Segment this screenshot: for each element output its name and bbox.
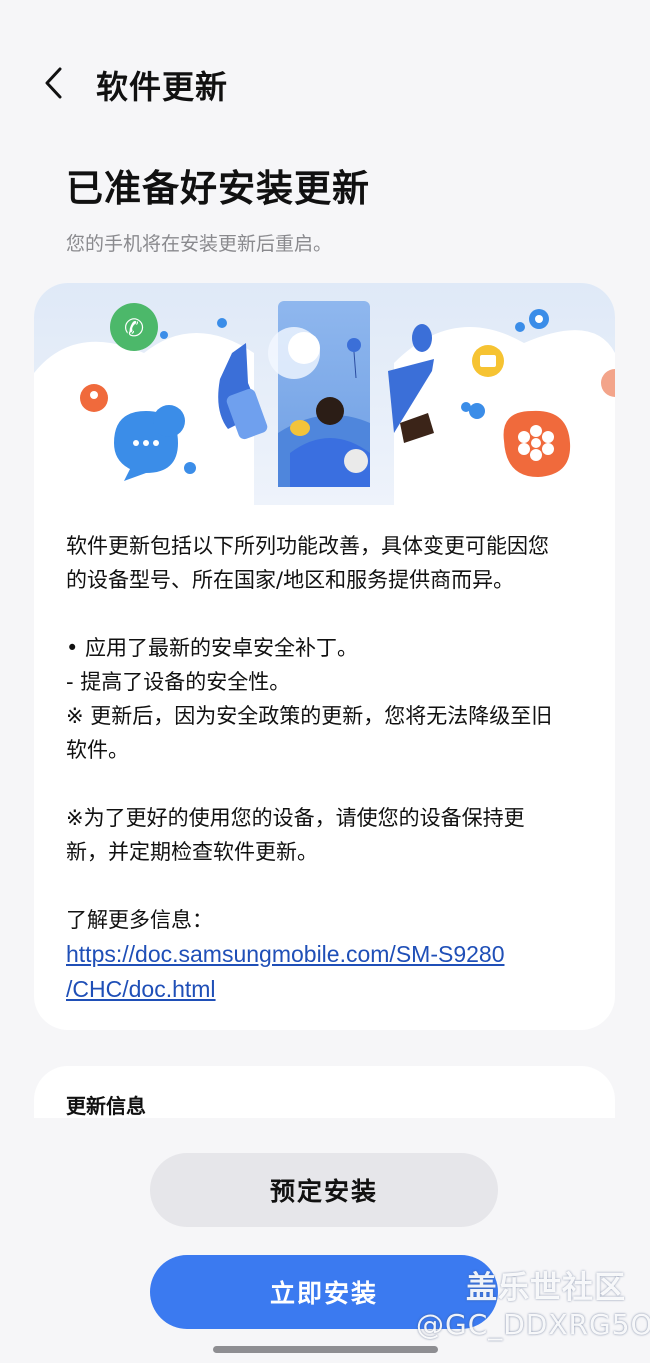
intro-text-line-2: 的设备型号、所在国家/地区和服务提供商而异。: [66, 568, 515, 592]
chevron-left-icon: [45, 67, 62, 99]
note-downgrade-line-2: 软件。: [66, 738, 129, 762]
home-indicator-bar[interactable]: [213, 1346, 438, 1353]
svg-text:✆: ✆: [124, 314, 144, 342]
more-info-link-line-2[interactable]: /CHC/doc.html: [66, 976, 216, 1002]
update-details-card[interactable]: ✆ 软件更新包括以下所列功能改善，具体变更可能因您 的设备型号、所在国家/地区和…: [34, 283, 615, 1030]
bullet-security-patch: • 应用了最新的安卓安全补丁。: [66, 636, 359, 660]
more-info-label: 了解更多信息：: [66, 908, 213, 932]
intro-text-line-1: 软件更新包括以下所列功能改善，具体变更可能因您: [66, 534, 549, 558]
note-keep-updated-line-2: 新，并定期检查软件更新。: [66, 840, 318, 864]
update-info-card[interactable]: 更新信息: [34, 1066, 615, 1118]
page-title: 已准备好安装更新: [66, 167, 370, 210]
handle-watermark: @GC_DDXRG5O: [416, 1308, 650, 1341]
update-details-text: 软件更新包括以下所列功能改善，具体变更可能因您 的设备型号、所在国家/地区和服务…: [66, 529, 586, 1007]
community-watermark: 盖乐世社区: [466, 1270, 626, 1306]
header-title: 软件更新: [96, 68, 229, 106]
page-subtitle: 您的手机将在安装更新后重启。: [66, 233, 333, 255]
note-downgrade-line-1: ※ 更新后，因为安全政策的更新，您将无法降级至旧: [66, 704, 553, 728]
note-keep-updated-line-1: ※为了更好的使用您的设备，请使您的设备保持更: [66, 806, 525, 830]
update-info-title: 更新信息: [66, 1094, 146, 1118]
back-button[interactable]: [30, 58, 80, 108]
bullet-security-improvement: - 提高了设备的安全性。: [66, 670, 291, 694]
app-header: 软件更新: [0, 50, 650, 116]
update-illustration: ✆: [34, 283, 615, 505]
schedule-install-button[interactable]: 预定安装: [150, 1153, 498, 1227]
more-info-link-line-1[interactable]: https://doc.samsungmobile.com/SM-S9280: [66, 941, 504, 967]
